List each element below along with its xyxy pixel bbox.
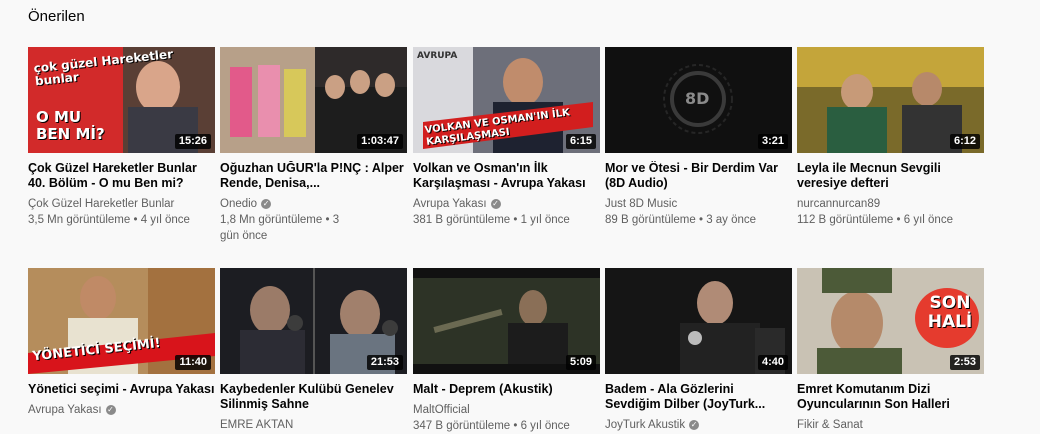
channel-name[interactable]: Çok Güzel Hareketler Bunlar <box>28 196 215 212</box>
section-title: Önerilen <box>28 8 85 25</box>
video-grid: çok güzel Hareketler bunlar O MU BEN Mİ?… <box>28 47 1040 432</box>
verified-icon: ✓ <box>261 199 272 209</box>
thumbnail-overlay-text: SON HALİ <box>927 293 973 332</box>
channel-name[interactable]: Fikir & Sanat <box>797 417 984 433</box>
channel-label: EMRE AKTAN <box>220 419 294 431</box>
channel-name[interactable]: nurcannurcan89 <box>797 196 984 212</box>
video-card[interactable]: 5:09 Malt - Deprem (Akustik) MaltOfficia… <box>413 268 600 434</box>
channel-label: Avrupa Yakası <box>28 404 102 416</box>
video-meta: 1,8 Mn görüntüleme • 3 gün önce <box>220 214 340 242</box>
video-title[interactable]: Malt - Deprem (Akustik) <box>413 382 600 397</box>
video-card[interactable]: 6:12 Leyla ile Mecnun Sevgili veresiye d… <box>797 47 984 228</box>
channel-name[interactable]: Avrupa Yakası ✓ <box>28 402 215 418</box>
channel-label: Çok Güzel Hareketler Bunlar <box>28 198 175 210</box>
video-duration: 6:15 <box>565 134 596 149</box>
channel-name[interactable]: Onedio ✓ <box>220 196 407 212</box>
video-title[interactable]: Çok Güzel Hareketler Bunlar 40. Bölüm - … <box>28 161 215 191</box>
video-thumbnail[interactable]: 4:40 <box>605 268 792 374</box>
video-duration: 1:03:47 <box>357 134 403 149</box>
video-thumbnail[interactable]: çok güzel Hareketler bunlar O MU BEN Mİ?… <box>28 47 215 153</box>
video-card[interactable]: 4:40 Badem - Ala Gözlerini Sevdiğim Dilb… <box>605 268 792 433</box>
video-duration: 4:40 <box>757 355 788 370</box>
channel-name[interactable]: MaltOfficial <box>413 402 600 418</box>
video-duration: 3:21 <box>757 134 788 149</box>
video-card[interactable]: SON HALİ 2:53 Emret Komutanım Dizi Oyunc… <box>797 268 984 433</box>
channel-name[interactable]: JoyTurk Akustik ✓ <box>605 417 792 433</box>
channel-label: nurcannurcan89 <box>797 198 881 210</box>
video-title[interactable]: Badem - Ala Gözlerini Sevdiğim Dilber (J… <box>605 382 792 412</box>
channel-name[interactable]: Avrupa Yakası ✓ <box>413 196 600 212</box>
verified-icon: ✓ <box>105 405 116 415</box>
channel-label: Onedio <box>220 198 258 210</box>
video-meta: 112 B görüntüleme • 6 yıl önce <box>797 214 953 226</box>
video-title[interactable]: Oğuzhan UĞUR'la P!NÇ : Alper Rende, Deni… <box>220 161 407 191</box>
video-duration: 21:53 <box>366 355 403 370</box>
video-duration: 5:09 <box>565 355 596 370</box>
channel-label: Just 8D Music <box>605 198 678 210</box>
video-thumbnail[interactable]: AVRUPA VOLKAN VE OSMAN'IN İLK KARŞILAŞMA… <box>413 47 600 153</box>
video-title[interactable]: Volkan ve Osman'ın İlk Karşılaşması - Av… <box>413 161 600 191</box>
video-duration: 6:12 <box>949 134 980 149</box>
video-meta: 89 B görüntüleme • 3 ay önce <box>605 214 757 226</box>
thumbnail-logo: AVRUPA <box>417 51 458 61</box>
video-title[interactable]: Yönetici seçimi - Avrupa Yakası <box>28 382 215 397</box>
video-thumbnail[interactable]: 8D 3:21 <box>605 47 792 153</box>
video-duration: 15:26 <box>174 134 211 149</box>
video-card[interactable]: 1:03:47 Oğuzhan UĞUR'la P!NÇ : Alper Ren… <box>220 47 407 244</box>
video-title[interactable]: Kaybedenler Kulübü Genelev Silinmiş Sahn… <box>220 382 407 412</box>
video-duration: 11:40 <box>175 355 211 370</box>
thumbnail-overlay-text: 8D <box>685 89 710 108</box>
video-thumbnail[interactable]: SON HALİ 2:53 <box>797 268 984 374</box>
video-thumbnail[interactable]: 1:03:47 <box>220 47 407 153</box>
channel-label: Fikir & Sanat <box>797 419 863 431</box>
channel-name[interactable]: Just 8D Music <box>605 196 792 212</box>
video-thumbnail[interactable]: 6:12 <box>797 47 984 153</box>
video-meta: 347 B görüntüleme • 6 yıl önce <box>413 420 570 432</box>
video-title[interactable]: Mor ve Ötesi - Bir Derdim Var (8D Audio) <box>605 161 792 191</box>
video-card[interactable]: çok güzel Hareketler bunlar O MU BEN Mİ?… <box>28 47 215 228</box>
channel-name[interactable]: EMRE AKTAN <box>220 417 407 433</box>
channel-label: JoyTurk Akustik <box>605 419 686 431</box>
verified-icon: ✓ <box>490 199 501 209</box>
channel-label: Avrupa Yakası <box>413 198 487 210</box>
video-thumbnail[interactable]: YÖNETİCİ SEÇİMİ! 11:40 <box>28 268 215 374</box>
video-card[interactable]: AVRUPA VOLKAN VE OSMAN'IN İLK KARŞILAŞMA… <box>413 47 600 228</box>
thumbnail-overlay-text: O MU BEN Mİ? <box>36 108 105 143</box>
video-card[interactable]: 8D 3:21 Mor ve Ötesi - Bir Derdim Var (8… <box>605 47 792 228</box>
video-thumbnail[interactable]: 21:53 <box>220 268 407 374</box>
video-card[interactable]: 21:53 Kaybedenler Kulübü Genelev Silinmi… <box>220 268 407 433</box>
video-meta: 3,5 Mn görüntüleme • 4 yıl önce <box>28 214 190 226</box>
video-thumbnail[interactable]: 5:09 <box>413 268 600 374</box>
channel-label: MaltOfficial <box>413 404 470 416</box>
video-meta: 381 B görüntüleme • 1 yıl önce <box>413 214 570 226</box>
video-card[interactable]: YÖNETİCİ SEÇİMİ! 11:40 Yönetici seçimi -… <box>28 268 215 418</box>
video-title[interactable]: Leyla ile Mecnun Sevgili veresiye defter… <box>797 161 984 191</box>
video-title[interactable]: Emret Komutanım Dizi Oyuncularının Son H… <box>797 382 984 412</box>
video-duration: 2:53 <box>949 355 980 370</box>
